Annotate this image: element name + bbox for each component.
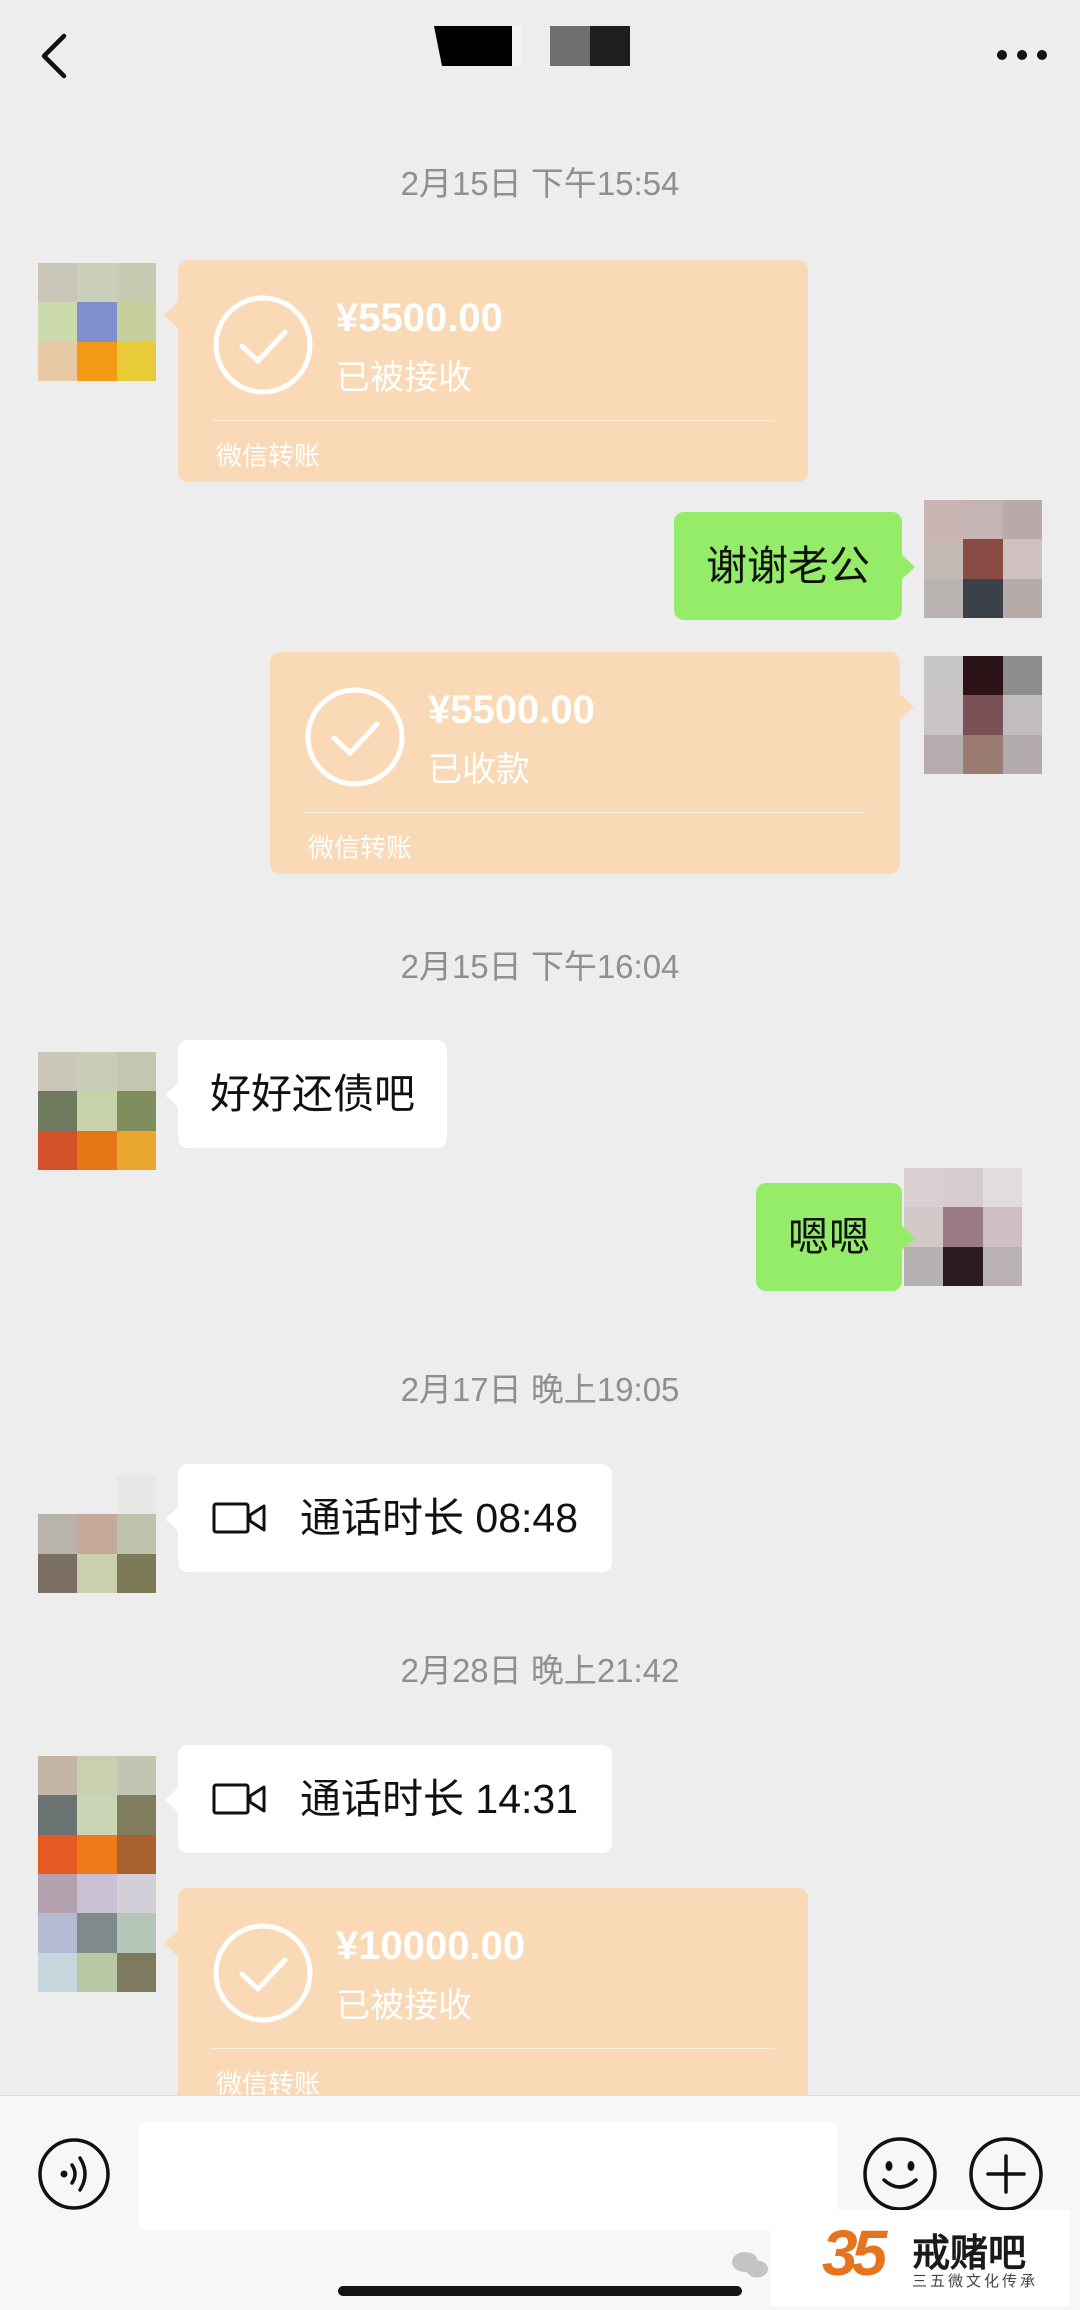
divider — [212, 2048, 774, 2049]
message-bubble-sent[interactable]: 谢谢老公 — [674, 512, 915, 620]
message-bubble-received[interactable]: 好好还债吧 — [165, 1040, 447, 1148]
plus-icon[interactable] — [966, 2134, 1046, 2214]
call-duration-text: 通话时长 14:31 — [300, 1776, 578, 1822]
contact-avatar[interactable] — [38, 263, 156, 381]
call-duration-text: 通话时长 08:48 — [300, 1495, 578, 1541]
transfer-card[interactable]: ¥5500.00 已被接收 微信转账 — [164, 260, 808, 482]
chat-message-list[interactable]: 2月15日 下午15:54 ¥5500.00 已被接收 微信转账 谢谢老公 ¥5… — [0, 110, 1080, 2095]
message-text: 谢谢老公 — [706, 543, 870, 589]
check-circle-icon — [213, 1923, 313, 2023]
self-avatar[interactable] — [924, 500, 1042, 618]
contact-name-redacted — [434, 26, 634, 66]
chat-header — [0, 0, 1080, 110]
transfer-amount: ¥5500.00 — [428, 688, 595, 732]
divider — [304, 812, 866, 813]
transfer-footer-label: 微信转账 — [216, 441, 321, 471]
transfer-status: 已被接收 — [336, 359, 472, 397]
contact-avatar[interactable] — [38, 1874, 156, 1992]
message-timestamp: 2月17日 晚上19:05 — [400, 1371, 680, 1408]
message-timestamp: 2月15日 下午16:04 — [400, 948, 680, 985]
watermark-title: 戒赌吧 — [912, 2233, 1027, 2275]
message-timestamp: 2月28日 晚上21:42 — [400, 1652, 680, 1689]
contact-avatar[interactable] — [38, 1475, 156, 1593]
message-input[interactable] — [138, 2122, 838, 2230]
ellipsis-icon — [997, 50, 1047, 60]
more-options-button[interactable] — [992, 30, 1052, 80]
message-text: 好好还债吧 — [210, 1071, 415, 1117]
video-call-icon — [212, 1783, 266, 1815]
watermark: 35 戒赌吧 三五微文化传承 — [732, 2210, 1070, 2306]
contact-avatar[interactable] — [38, 1052, 156, 1170]
transfer-status: 已收款 — [428, 751, 530, 789]
video-call-record[interactable]: 通话时长 08:48 — [165, 1464, 612, 1572]
home-indicator[interactable] — [338, 2286, 742, 2296]
back-button[interactable] — [28, 28, 78, 84]
self-avatar[interactable] — [924, 656, 1042, 774]
transfer-amount: ¥5500.00 — [336, 296, 503, 340]
watermark-logo: 35 — [822, 2217, 887, 2289]
transfer-status: 已被接收 — [336, 1987, 472, 2025]
divider — [212, 420, 774, 421]
video-call-icon — [212, 1502, 266, 1534]
video-call-record[interactable]: 通话时长 14:31 — [165, 1745, 612, 1853]
contact-avatar[interactable] — [38, 1756, 156, 1874]
message-timestamp: 2月15日 下午15:54 — [400, 165, 680, 202]
self-avatar[interactable] — [904, 1168, 1022, 1286]
check-circle-icon — [213, 295, 313, 395]
message-bubble-sent[interactable]: 嗯嗯 — [756, 1183, 915, 1291]
watermark-subtitle: 三五微文化传承 — [912, 2273, 1039, 2290]
chevron-left-icon — [41, 33, 67, 79]
wechat-icon — [732, 2252, 768, 2278]
message-text: 嗯嗯 — [788, 1214, 870, 1260]
transfer-card[interactable]: ¥10000.00 已被接收 微信转账 — [164, 1888, 808, 2095]
emoji-icon[interactable] — [860, 2134, 940, 2214]
transfer-footer-label: 微信转账 — [308, 833, 413, 863]
transfer-amount: ¥10000.00 — [336, 1924, 526, 1968]
check-circle-icon — [305, 687, 405, 787]
transfer-footer-label: 微信转账 — [216, 2069, 321, 2095]
transfer-card[interactable]: ¥5500.00 已收款 微信转账 — [270, 652, 914, 874]
voice-icon[interactable] — [36, 2136, 112, 2212]
